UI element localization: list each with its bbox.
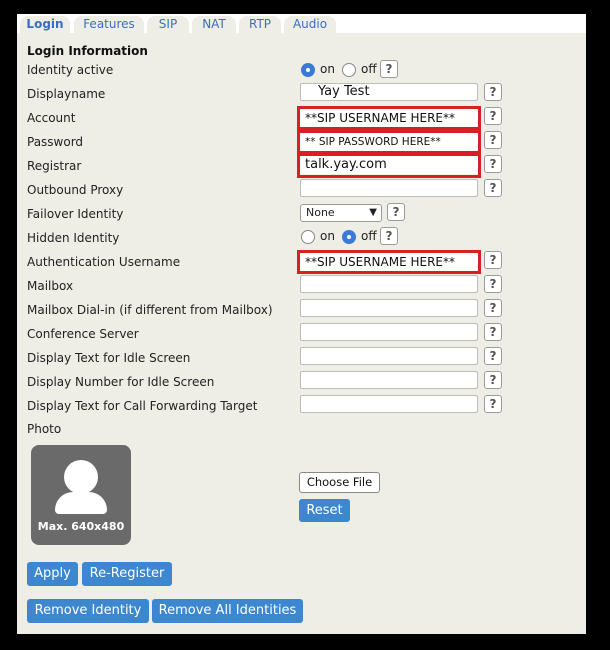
displayname-label: Displayname bbox=[27, 87, 106, 101]
avatar-icon bbox=[64, 460, 98, 494]
apply-button[interactable]: Apply bbox=[27, 562, 78, 586]
tab-audio[interactable]: Audio bbox=[284, 16, 336, 33]
hidden-identity-on-radio[interactable] bbox=[301, 230, 315, 244]
auth-username-field[interactable]: **SIP USERNAME HERE** bbox=[300, 253, 478, 271]
account-field[interactable]: **SIP USERNAME HERE** bbox=[300, 109, 478, 127]
tab-login[interactable]: Login bbox=[20, 16, 70, 33]
help-icon[interactable]: ? bbox=[484, 131, 502, 149]
help-icon[interactable]: ? bbox=[484, 179, 502, 197]
conference-server-label: Conference Server bbox=[27, 327, 139, 341]
cf-text-label: Display Text for Call Forwarding Target bbox=[27, 399, 258, 413]
help-icon[interactable]: ? bbox=[484, 371, 502, 389]
help-icon[interactable]: ? bbox=[484, 275, 502, 293]
settings-panel: Login Features SIP NAT RTP Audio Login I… bbox=[17, 14, 586, 634]
remove-all-identities-button[interactable]: Remove All Identities bbox=[152, 599, 303, 623]
mailbox-dialin-field[interactable] bbox=[300, 299, 478, 317]
chevron-down-icon: ▼ bbox=[369, 207, 377, 218]
password-field[interactable]: ** SIP PASSWORD HERE** bbox=[300, 133, 478, 151]
account-label: Account bbox=[27, 111, 76, 125]
help-icon[interactable]: ? bbox=[484, 107, 502, 125]
tab-sip[interactable]: SIP bbox=[147, 16, 189, 33]
auth-username-label: Authentication Username bbox=[27, 255, 181, 269]
help-icon[interactable]: ? bbox=[484, 155, 502, 173]
registrar-label: Registrar bbox=[27, 159, 82, 173]
tab-bar: Login Features SIP NAT RTP Audio bbox=[17, 14, 586, 33]
identity-active-on-radio[interactable] bbox=[301, 63, 315, 77]
failover-identity-value: None bbox=[306, 206, 335, 219]
conference-server-field[interactable] bbox=[300, 323, 478, 341]
tab-nat[interactable]: NAT bbox=[192, 16, 236, 33]
reregister-button[interactable]: Re-Register bbox=[82, 562, 172, 586]
password-label: Password bbox=[27, 135, 84, 149]
failover-identity-label: Failover Identity bbox=[27, 207, 124, 221]
idle-text-field[interactable] bbox=[300, 347, 478, 365]
tab-rtp[interactable]: RTP bbox=[239, 16, 281, 33]
help-icon[interactable]: ? bbox=[484, 323, 502, 341]
photo-placeholder: Max. 640x480 bbox=[31, 445, 131, 545]
photo-caption: Max. 640x480 bbox=[37, 520, 125, 533]
remove-identity-button[interactable]: Remove Identity bbox=[27, 599, 149, 623]
help-icon[interactable]: ? bbox=[484, 299, 502, 317]
idle-text-label: Display Text for Idle Screen bbox=[27, 351, 191, 365]
help-icon[interactable]: ? bbox=[380, 60, 398, 78]
help-icon[interactable]: ? bbox=[484, 251, 502, 269]
help-icon[interactable]: ? bbox=[484, 395, 502, 413]
help-icon[interactable]: ? bbox=[387, 203, 405, 221]
outbound-proxy-field[interactable] bbox=[300, 179, 478, 197]
photo-label: Photo bbox=[27, 422, 62, 436]
reset-button[interactable]: Reset bbox=[299, 499, 350, 522]
section-title: Login Information bbox=[27, 44, 148, 58]
help-icon[interactable]: ? bbox=[380, 227, 398, 245]
hidden-identity-off-radio[interactable] bbox=[342, 230, 356, 244]
hidden-identity-off-label: off bbox=[361, 229, 377, 243]
identity-active-off-radio[interactable] bbox=[342, 63, 356, 77]
outbound-proxy-label: Outbound Proxy bbox=[27, 183, 124, 197]
identity-active-label: Identity active bbox=[27, 63, 114, 77]
hidden-identity-on-label: on bbox=[320, 229, 335, 243]
idle-number-field[interactable] bbox=[300, 371, 478, 389]
mailbox-field[interactable] bbox=[300, 275, 478, 293]
idle-number-label: Display Number for Idle Screen bbox=[27, 375, 215, 389]
identity-active-off-label: off bbox=[361, 62, 377, 76]
hidden-identity-label: Hidden Identity bbox=[27, 231, 120, 245]
help-icon[interactable]: ? bbox=[484, 83, 502, 101]
mailbox-label: Mailbox bbox=[27, 279, 74, 293]
avatar-body-icon bbox=[55, 492, 107, 514]
choose-file-button[interactable]: Choose File bbox=[299, 472, 380, 493]
help-icon[interactable]: ? bbox=[484, 347, 502, 365]
cf-text-field[interactable] bbox=[300, 395, 478, 413]
tab-features[interactable]: Features bbox=[74, 16, 144, 33]
registrar-field[interactable]: talk.yay.com bbox=[300, 156, 478, 174]
failover-identity-select[interactable]: None ▼ bbox=[300, 204, 382, 222]
identity-active-on-label: on bbox=[320, 62, 335, 76]
mailbox-dialin-label: Mailbox Dial-in (if different from Mailb… bbox=[27, 303, 273, 317]
displayname-field[interactable]: Yay Test bbox=[300, 83, 478, 101]
